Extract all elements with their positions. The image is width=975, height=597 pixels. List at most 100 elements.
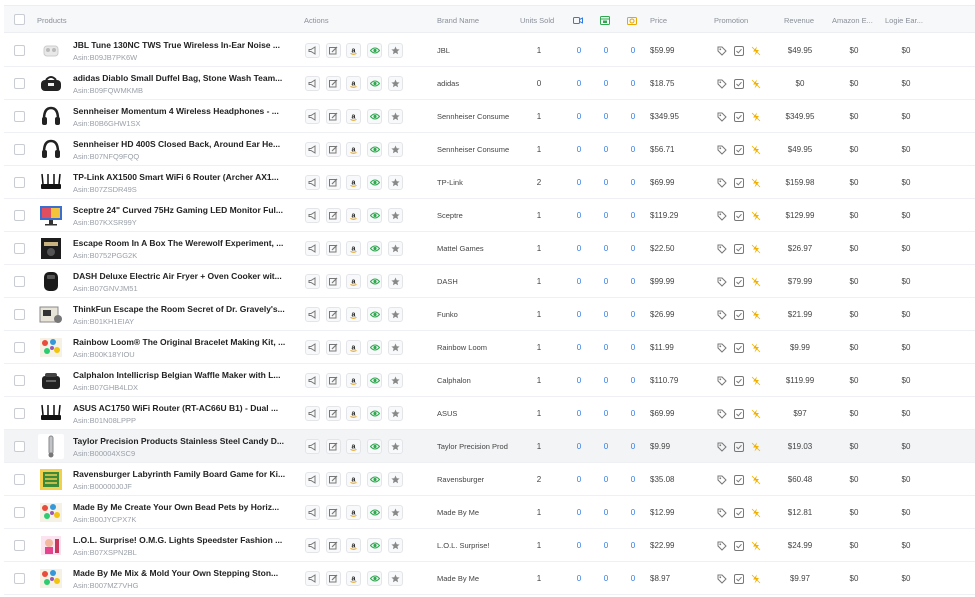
edit-icon[interactable] (326, 373, 341, 388)
video-count[interactable]: 0 (564, 244, 594, 253)
tag-icon[interactable] (716, 210, 727, 221)
star-icon[interactable] (388, 439, 403, 454)
video-count[interactable]: 0 (564, 211, 594, 220)
video-count[interactable]: 0 (564, 310, 594, 319)
row-checkbox[interactable] (14, 507, 25, 518)
star-icon[interactable] (388, 208, 403, 223)
eye-icon[interactable] (367, 241, 382, 256)
camera-count[interactable]: 0 (618, 442, 648, 451)
amazon-icon[interactable]: a (346, 439, 361, 454)
megaphone-icon[interactable] (305, 406, 320, 421)
product-name[interactable]: Rainbow Loom® The Original Bracelet Maki… (73, 337, 288, 347)
bolt-icon[interactable] (750, 276, 761, 287)
amazon-icon[interactable]: a (346, 109, 361, 124)
col-revenue[interactable]: Revenue (784, 16, 814, 25)
calendar-count[interactable]: 0 (591, 46, 621, 55)
product-name[interactable]: Taylor Precision Products Stainless Stee… (73, 436, 288, 446)
eye-icon[interactable] (367, 307, 382, 322)
eye-icon[interactable] (367, 76, 382, 91)
eye-icon[interactable] (367, 274, 382, 289)
camera-icon[interactable] (627, 16, 637, 25)
product-name[interactable]: ASUS AC1750 WiFi Router (RT-AC66U B1) - … (73, 403, 288, 413)
row-checkbox[interactable] (14, 45, 25, 56)
row-checkbox[interactable] (14, 474, 25, 485)
video-count[interactable]: 0 (564, 277, 594, 286)
amazon-icon[interactable]: a (346, 175, 361, 190)
tag-icon[interactable] (716, 45, 727, 56)
eye-icon[interactable] (367, 142, 382, 157)
product-name[interactable]: Sennheiser Momentum 4 Wireless Headphone… (73, 106, 288, 116)
edit-icon[interactable] (326, 76, 341, 91)
megaphone-icon[interactable] (305, 241, 320, 256)
megaphone-icon[interactable] (305, 274, 320, 289)
checkbox-icon[interactable] (733, 111, 744, 122)
bolt-icon[interactable] (750, 540, 761, 551)
bolt-icon[interactable] (750, 111, 761, 122)
product-thumbnail[interactable] (38, 203, 64, 228)
video-count[interactable]: 0 (564, 178, 594, 187)
product-name[interactable]: adidas Diablo Small Duffel Bag, Stone Wa… (73, 73, 288, 83)
row-checkbox[interactable] (14, 408, 25, 419)
megaphone-icon[interactable] (305, 208, 320, 223)
eye-icon[interactable] (367, 208, 382, 223)
row-checkbox[interactable] (14, 177, 25, 188)
edit-icon[interactable] (326, 43, 341, 58)
table-row[interactable]: TP-Link AX1500 Smart WiFi 6 Router (Arch… (4, 166, 975, 199)
edit-icon[interactable] (326, 340, 341, 355)
product-thumbnail[interactable] (38, 368, 64, 393)
calendar-count[interactable]: 0 (591, 574, 621, 583)
checkbox-icon[interactable] (733, 441, 744, 452)
star-icon[interactable] (388, 142, 403, 157)
bolt-icon[interactable] (750, 210, 761, 221)
product-thumbnail[interactable] (38, 104, 64, 129)
camera-count[interactable]: 0 (618, 541, 648, 550)
product-thumbnail[interactable] (38, 500, 64, 525)
bolt-icon[interactable] (750, 474, 761, 485)
product-thumbnail[interactable] (38, 566, 64, 591)
tag-icon[interactable] (716, 177, 727, 188)
star-icon[interactable] (388, 109, 403, 124)
star-icon[interactable] (388, 571, 403, 586)
camera-count[interactable]: 0 (618, 508, 648, 517)
product-thumbnail[interactable] (38, 533, 64, 558)
star-icon[interactable] (388, 43, 403, 58)
row-checkbox[interactable] (14, 309, 25, 320)
edit-icon[interactable] (326, 406, 341, 421)
video-count[interactable]: 0 (564, 145, 594, 154)
camera-count[interactable]: 0 (618, 112, 648, 121)
megaphone-icon[interactable] (305, 472, 320, 487)
col-amazon[interactable]: Amazon E... (832, 16, 873, 25)
star-icon[interactable] (388, 274, 403, 289)
bolt-icon[interactable] (750, 45, 761, 56)
tag-icon[interactable] (716, 309, 727, 320)
star-icon[interactable] (388, 472, 403, 487)
eye-icon[interactable] (367, 43, 382, 58)
edit-icon[interactable] (326, 208, 341, 223)
star-icon[interactable] (388, 241, 403, 256)
video-count[interactable]: 0 (564, 409, 594, 418)
table-row[interactable]: Made By Me Mix & Mold Your Own Stepping … (4, 562, 975, 595)
calendar-count[interactable]: 0 (591, 244, 621, 253)
tag-icon[interactable] (716, 78, 727, 89)
col-price[interactable]: Price (650, 16, 667, 25)
product-name[interactable]: JBL Tune 130NC TWS True Wireless In-Ear … (73, 40, 288, 50)
bolt-icon[interactable] (750, 309, 761, 320)
edit-icon[interactable] (326, 142, 341, 157)
tag-icon[interactable] (716, 243, 727, 254)
bolt-icon[interactable] (750, 441, 761, 452)
edit-icon[interactable] (326, 505, 341, 520)
table-row[interactable]: ASUS AC1750 WiFi Router (RT-AC66U B1) - … (4, 397, 975, 430)
megaphone-icon[interactable] (305, 76, 320, 91)
video-count[interactable]: 0 (564, 541, 594, 550)
checkbox-icon[interactable] (733, 78, 744, 89)
camera-count[interactable]: 0 (618, 310, 648, 319)
product-name[interactable]: Sennheiser HD 400S Closed Back, Around E… (73, 139, 288, 149)
edit-icon[interactable] (326, 241, 341, 256)
megaphone-icon[interactable] (305, 142, 320, 157)
edit-icon[interactable] (326, 472, 341, 487)
row-checkbox[interactable] (14, 78, 25, 89)
megaphone-icon[interactable] (305, 175, 320, 190)
row-checkbox[interactable] (14, 210, 25, 221)
row-checkbox[interactable] (14, 441, 25, 452)
megaphone-icon[interactable] (305, 43, 320, 58)
